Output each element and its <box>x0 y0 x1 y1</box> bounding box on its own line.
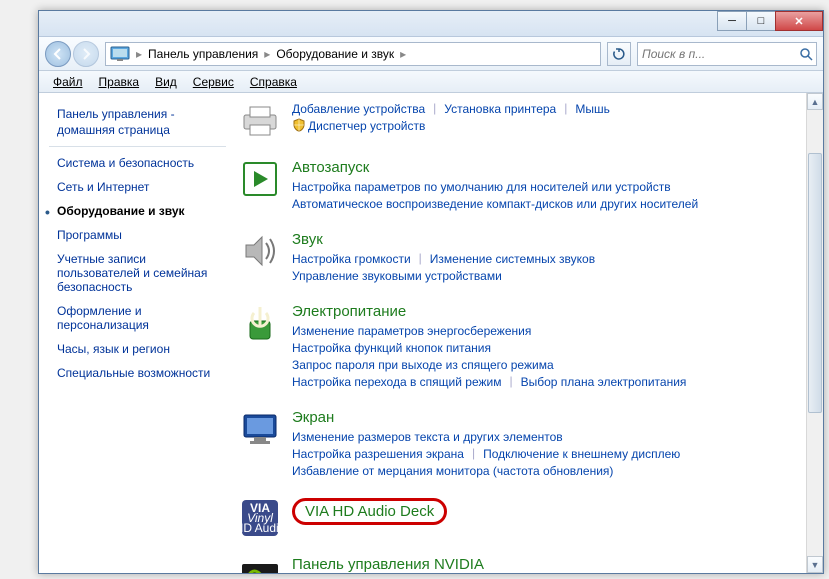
highlight-via-audio: VIA HD Audio Deck <box>292 498 447 525</box>
svg-text:HD Audio: HD Audio <box>240 521 280 535</box>
category-nvidia: Панель управления NVIDIA <box>238 556 803 573</box>
category-via-audio: VIAVinylHD Audio VIA HD Audio Deck <box>238 498 803 538</box>
link-mouse[interactable]: Мышь <box>575 101 610 118</box>
arrow-right-icon <box>79 47 93 61</box>
via-vinyl-icon: VIAVinylHD Audio <box>238 498 282 538</box>
category-title-autoplay[interactable]: Автозапуск <box>292 159 803 179</box>
back-button[interactable] <box>45 41 71 67</box>
nvidia-icon <box>238 556 282 573</box>
speaker-icon <box>238 231 282 271</box>
link-text-size[interactable]: Изменение размеров текста и других элеме… <box>292 429 563 446</box>
close-button[interactable]: ✕ <box>775 11 823 31</box>
link-volume[interactable]: Настройка громкости <box>292 251 411 268</box>
maximize-button[interactable]: □ <box>746 11 776 31</box>
refresh-icon <box>612 47 626 61</box>
autoplay-icon <box>238 159 282 199</box>
link-sleep[interactable]: Настройка перехода в спящий режим <box>292 374 501 391</box>
printer-icon <box>238 101 282 141</box>
control-panel-window: ─ □ ✕ ▸ Панель управления ▸ Оборудование… <box>38 10 824 574</box>
sidebar-divider <box>49 146 226 147</box>
link-power-plan[interactable]: Выбор плана электропитания <box>521 374 687 391</box>
menu-file[interactable]: Файл <box>45 73 91 91</box>
minimize-button[interactable]: ─ <box>717 11 747 31</box>
menu-tools[interactable]: Сервис <box>185 73 242 91</box>
sidebar-home[interactable]: Панель управления - домашняя страница <box>49 103 234 142</box>
link-device-manager[interactable]: Диспетчер устройств <box>308 118 425 135</box>
window-controls: ─ □ ✕ <box>718 11 823 31</box>
link-resolution[interactable]: Настройка разрешения экрана <box>292 446 464 463</box>
link-system-sounds[interactable]: Изменение системных звуков <box>430 251 595 268</box>
link-external-display[interactable]: Подключение к внешнему дисплею <box>483 446 680 463</box>
menu-help[interactable]: Справка <box>242 73 305 91</box>
menu-edit[interactable]: Правка <box>91 73 148 91</box>
scrollbar[interactable]: ▲ ▼ <box>806 93 823 573</box>
shield-icon <box>292 118 306 132</box>
titlebar[interactable]: ─ □ ✕ <box>39 11 823 37</box>
category-title-via[interactable]: VIA HD Audio Deck <box>305 503 434 520</box>
link-power-settings[interactable]: Изменение параметров энергосбережения <box>292 323 531 340</box>
breadcrumb-separator: ▸ <box>398 47 408 61</box>
arrow-left-icon <box>51 47 65 61</box>
search-icon[interactable] <box>799 47 813 61</box>
category-autoplay: Автозапуск Настройка параметров по умолч… <box>238 159 803 213</box>
link-autoplay-cd[interactable]: Автоматическое воспроизведение компакт-д… <box>292 196 698 213</box>
scroll-down-button[interactable]: ▼ <box>807 556 823 573</box>
category-title-sound[interactable]: Звук <box>292 231 803 251</box>
link-password-wake[interactable]: Запрос пароля при выходе из спящего режи… <box>292 357 554 374</box>
breadcrumb-root[interactable]: Панель управления <box>144 45 262 63</box>
link-add-device[interactable]: Добавление устройства <box>292 101 425 118</box>
address-bar[interactable]: ▸ Панель управления ▸ Оборудование и зву… <box>105 42 601 66</box>
breadcrumb-current[interactable]: Оборудование и звук <box>272 45 398 63</box>
search-box[interactable] <box>637 42 817 66</box>
category-sound: Звук Настройка громкости| Изменение сист… <box>238 231 803 285</box>
category-power: Электропитание Изменение параметров энер… <box>238 303 803 391</box>
navigation-bar: ▸ Панель управления ▸ Оборудование и зву… <box>39 37 823 71</box>
forward-button <box>73 41 99 67</box>
content-area: Добавление устройства| Установка принтер… <box>234 93 823 573</box>
link-audio-devices[interactable]: Управление звуковыми устройствами <box>292 268 502 285</box>
menu-bar: Файл Правка Вид Сервис Справка <box>39 71 823 93</box>
scroll-thumb[interactable] <box>808 153 822 413</box>
monitor-icon <box>238 409 282 449</box>
window-body: Панель управления - домашняя страница Си… <box>39 93 823 573</box>
search-input[interactable] <box>642 47 799 61</box>
sidebar-item-appearance[interactable]: Оформление и персонализация <box>49 299 234 337</box>
breadcrumb-separator: ▸ <box>262 47 272 61</box>
sidebar-item-accessibility[interactable]: Специальные возможности <box>49 361 234 385</box>
link-refresh-rate[interactable]: Избавление от мерцания монитора (частота… <box>292 463 613 480</box>
category-title-display[interactable]: Экран <box>292 409 803 429</box>
sidebar-item-programs[interactable]: Программы <box>49 223 234 247</box>
sidebar-item-users[interactable]: Учетные записи пользователей и семейная … <box>49 247 234 299</box>
power-icon <box>238 303 282 343</box>
sidebar-item-network[interactable]: Сеть и Интернет <box>49 175 234 199</box>
link-install-printer[interactable]: Установка принтера <box>444 101 556 118</box>
breadcrumb-separator: ▸ <box>134 47 144 61</box>
sidebar-item-system[interactable]: Система и безопасность <box>49 151 234 175</box>
sidebar-item-hardware[interactable]: Оборудование и звук <box>49 199 234 223</box>
category-title-nvidia[interactable]: Панель управления NVIDIA <box>292 556 803 573</box>
link-autoplay-defaults[interactable]: Настройка параметров по умолчанию для но… <box>292 179 671 196</box>
link-power-buttons[interactable]: Настройка функций кнопок питания <box>292 340 491 357</box>
sidebar-item-clock[interactable]: Часы, язык и регион <box>49 337 234 361</box>
category-devices-partial: Добавление устройства| Установка принтер… <box>238 101 803 141</box>
scroll-up-button[interactable]: ▲ <box>807 93 823 110</box>
category-title-power[interactable]: Электропитание <box>292 303 803 323</box>
control-panel-icon <box>110 46 130 62</box>
menu-view[interactable]: Вид <box>147 73 185 91</box>
refresh-button[interactable] <box>607 42 631 66</box>
category-display: Экран Изменение размеров текста и других… <box>238 409 803 480</box>
sidebar: Панель управления - домашняя страница Си… <box>39 93 234 573</box>
